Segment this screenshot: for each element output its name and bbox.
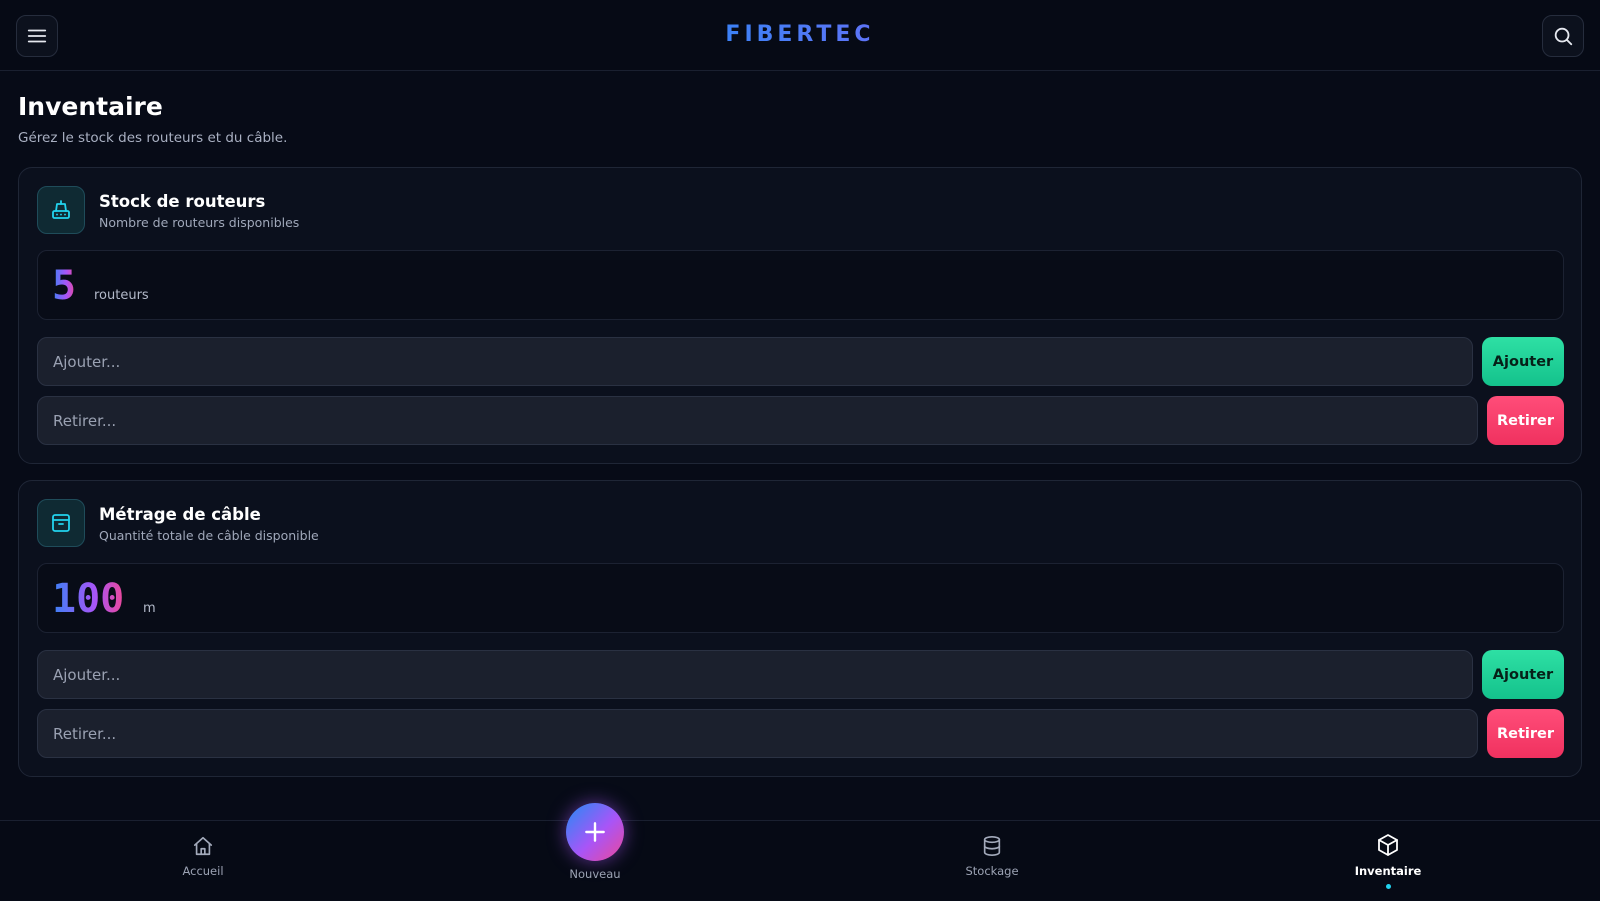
- app-logo: FIBERTEC: [0, 22, 1600, 47]
- cable-remove-button[interactable]: Retirer: [1487, 709, 1564, 758]
- search-icon: [1554, 27, 1573, 46]
- page-subtitle: Gérez le stock des routeurs et du câble.: [18, 130, 288, 146]
- nav-label: Stockage: [965, 864, 1019, 878]
- card-subtitle: Nombre de routeurs disponibles: [99, 215, 300, 230]
- bottom-navigation: Accueil Stockage Inventaire: [0, 820, 1600, 900]
- nav-item-stockage[interactable]: Stockage: [932, 821, 1052, 901]
- home-icon: [193, 836, 213, 856]
- page-title: Inventaire: [18, 92, 163, 121]
- cable-meter-card: Métrage de câble Quantité totale de câbl…: [18, 480, 1582, 777]
- router-count-value: 5: [52, 263, 77, 309]
- nav-item-inventaire[interactable]: Inventaire: [1328, 821, 1448, 901]
- card-icon-container: [37, 499, 85, 547]
- cable-add-input[interactable]: [37, 650, 1473, 699]
- cable-add-button[interactable]: Ajouter: [1482, 650, 1564, 699]
- cube-icon: [1378, 834, 1398, 856]
- router-remove-button[interactable]: Retirer: [1487, 396, 1564, 445]
- cable-length-unit: m: [143, 601, 156, 616]
- cable-remove-input[interactable]: [37, 709, 1478, 758]
- new-fab-button[interactable]: [566, 803, 624, 861]
- card-icon-container: [37, 186, 85, 234]
- top-bar: FIBERTEC: [0, 0, 1600, 71]
- router-remove-input[interactable]: [37, 396, 1478, 445]
- router-count-unit: routeurs: [94, 288, 149, 303]
- router-stock-card: Stock de routeurs Nombre de routeurs dis…: [18, 167, 1582, 464]
- archive-box-icon: [52, 514, 70, 532]
- nav-label: Inventaire: [1354, 864, 1422, 878]
- router-add-button[interactable]: Ajouter: [1482, 337, 1564, 386]
- card-subtitle: Quantité totale de câble disponible: [99, 528, 319, 543]
- active-indicator-dot: [1385, 884, 1391, 889]
- database-icon: [983, 836, 1001, 856]
- cable-length-value: 100: [52, 576, 125, 622]
- card-title: Stock de routeurs: [99, 192, 266, 211]
- nav-label: Accueil: [182, 864, 224, 878]
- nav-item-accueil[interactable]: Accueil: [143, 821, 263, 901]
- search-button[interactable]: [1542, 15, 1584, 57]
- card-title: Métrage de câble: [99, 505, 261, 524]
- stock-value-box: 5 routeurs: [37, 250, 1564, 320]
- stock-value-box: 100 m: [37, 563, 1564, 633]
- router-add-input[interactable]: [37, 337, 1473, 386]
- router-icon: [52, 200, 70, 219]
- nav-label-nouveau: Nouveau: [569, 867, 621, 881]
- plus-icon: [585, 822, 605, 842]
